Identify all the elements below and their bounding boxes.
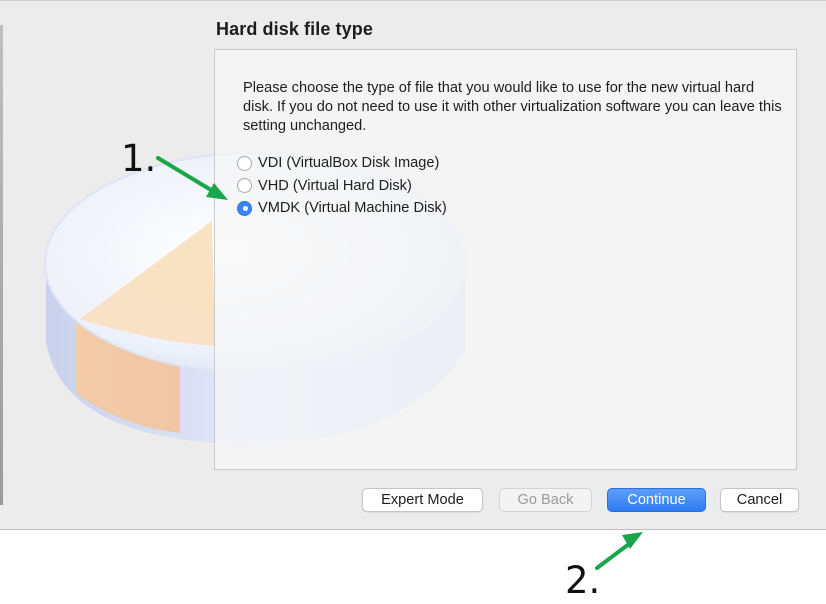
expert-mode-button[interactable]: Expert Mode — [362, 488, 483, 512]
radio-label: VHD (Virtual Hard Disk) — [258, 177, 412, 194]
continue-button[interactable]: Continue — [607, 488, 706, 512]
file-type-radio-group: VDI (VirtualBox Disk Image) VHD (Virtual… — [237, 152, 447, 220]
cancel-button[interactable]: Cancel — [720, 488, 799, 512]
radio-button-icon[interactable] — [237, 178, 252, 194]
radio-label: VMDK (Virtual Machine Disk) — [258, 200, 447, 217]
step-1-label: 1. — [121, 137, 157, 180]
content-panel: Please choose the type of file that you … — [214, 49, 797, 470]
step-2-label: 2. — [565, 559, 601, 602]
description-text: Please choose the type of file that you … — [243, 80, 782, 134]
radio-button-selected-icon[interactable] — [237, 200, 252, 216]
go-back-button[interactable]: Go Back — [499, 488, 592, 512]
dialog-window: Hard disk file type Please choose the ty… — [0, 0, 826, 530]
radio-option-vhd[interactable]: VHD (Virtual Hard Disk) — [237, 175, 447, 198]
radio-button-icon[interactable] — [237, 155, 252, 171]
radio-option-vdi[interactable]: VDI (VirtualBox Disk Image) — [237, 152, 447, 175]
page-title: Hard disk file type — [216, 19, 373, 39]
radio-option-vmdk[interactable]: VMDK (Virtual Machine Disk) — [237, 197, 447, 220]
step-2-arrow-icon — [595, 532, 643, 570]
screenshot-stage: Hard disk file type Please choose the ty… — [0, 0, 826, 604]
radio-label: VDI (VirtualBox Disk Image) — [258, 155, 440, 172]
